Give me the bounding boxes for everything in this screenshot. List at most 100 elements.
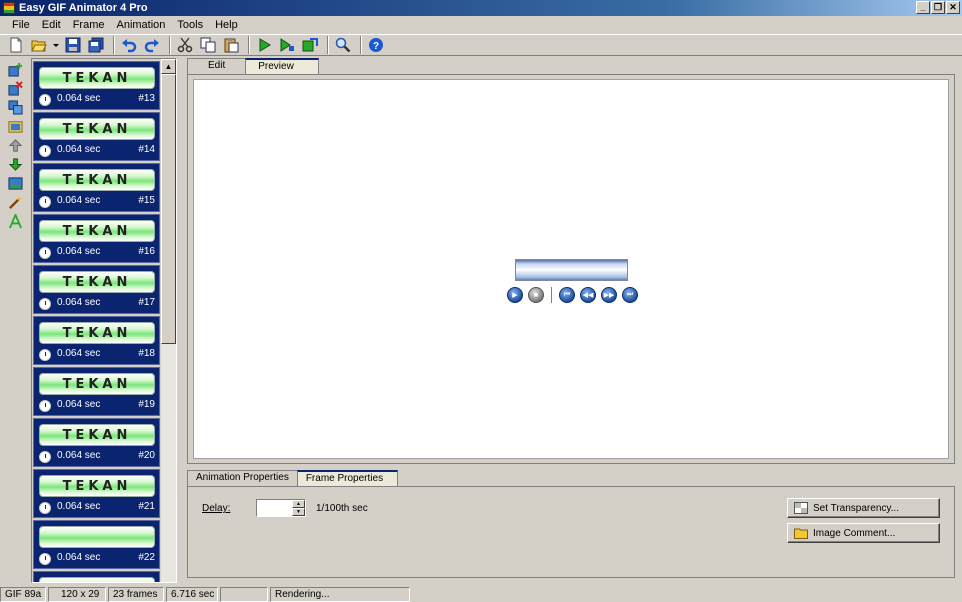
next-frame-icon[interactable]: ▶▶ xyxy=(601,287,617,303)
frame-item[interactable]: 0.064 sec #22 xyxy=(33,520,160,569)
frame-properties-icon[interactable] xyxy=(4,117,26,136)
frame-number: #22 xyxy=(138,552,155,563)
move-up-icon[interactable] xyxy=(4,136,26,155)
frame-number: #13 xyxy=(138,93,155,104)
frame-number: #19 xyxy=(138,399,155,410)
duplicate-frame-icon[interactable] xyxy=(4,98,26,117)
preview-canvas: ▶ ■ ⏮ ◀◀ ▶▶ ⏭ xyxy=(193,79,949,459)
insert-frame-icon[interactable] xyxy=(4,60,26,79)
clock-icon xyxy=(39,94,51,106)
spin-down-button[interactable]: ▼ xyxy=(292,508,305,516)
frame-properties-panel: Delay: ▲ ▼ 1/100th sec Set Transparency.… xyxy=(187,486,955,578)
frame-item[interactable]: TEKAN 0.064 sec #16 xyxy=(33,214,160,263)
frame-delay: 0.064 sec xyxy=(57,297,101,308)
frame-number: #17 xyxy=(138,297,155,308)
menu-animation[interactable]: Animation xyxy=(110,19,171,31)
cut-icon[interactable] xyxy=(175,35,195,55)
folder-icon xyxy=(794,528,808,539)
paste-icon[interactable] xyxy=(221,35,241,55)
text-icon[interactable] xyxy=(4,212,26,231)
editor-tabs: Edit Preview xyxy=(187,58,319,75)
frame-thumbnail: TEKAN xyxy=(39,220,155,242)
menu-tools[interactable]: Tools xyxy=(171,19,209,31)
menu-file[interactable]: File xyxy=(6,19,36,31)
minimize-button[interactable]: _ xyxy=(916,1,930,14)
clock-icon xyxy=(39,451,51,463)
title-bar: Easy GIF Animator 4 Pro _ ❐ ✕ xyxy=(0,0,962,16)
frame-thumbnail xyxy=(39,526,155,548)
undo-icon[interactable] xyxy=(119,35,139,55)
tab-animation-properties[interactable]: Animation Properties xyxy=(187,470,298,486)
frame-item[interactable]: TEKAN 0.064 sec #17 xyxy=(33,265,160,314)
insert-image-icon[interactable] xyxy=(4,174,26,193)
frames-list[interactable]: TEKAN 0.064 sec #13 TEKAN 0.064 sec #14 TEKAN 0… xyxy=(31,58,177,583)
status-bar: GIF 89a 120 x 29 23 frames 6.716 sec Ren… xyxy=(0,587,962,602)
new-icon[interactable] xyxy=(6,35,26,55)
help-icon[interactable]: ? xyxy=(366,35,386,55)
animation-preview xyxy=(515,259,628,281)
play-icon[interactable] xyxy=(254,35,274,55)
menu-help[interactable]: Help xyxy=(209,19,244,31)
frame-item[interactable]: TEKAN 0.064 sec #19 xyxy=(33,367,160,416)
delete-frame-icon[interactable] xyxy=(4,79,26,98)
menu-frame[interactable]: Frame xyxy=(67,19,111,31)
frame-delay: 0.064 sec xyxy=(57,348,101,359)
magic-wand-icon[interactable] xyxy=(4,193,26,212)
frame-item[interactable]: TEKAN 0.064 sec #21 xyxy=(33,469,160,518)
delay-field[interactable]: ▲ ▼ xyxy=(256,499,306,517)
clock-icon xyxy=(39,145,51,157)
delay-spinner[interactable]: ▲ ▼ xyxy=(292,500,305,516)
restore-button[interactable]: ❐ xyxy=(931,1,945,14)
previous-frame-icon[interactable]: ◀◀ xyxy=(580,287,596,303)
frame-thumbnail: TEKAN xyxy=(39,271,155,293)
frame-item[interactable]: TEKAN 0.064 sec #15 xyxy=(33,163,160,212)
image-comment-button[interactable]: Image Comment... xyxy=(787,523,940,543)
frame-item[interactable]: TEKAN 0.064 sec #14 xyxy=(33,112,160,161)
dropdown-icon[interactable] xyxy=(52,35,60,55)
last-frame-icon[interactable]: ⏭ xyxy=(622,287,638,303)
frame-number: #20 xyxy=(138,450,155,461)
status-blank xyxy=(220,587,268,602)
close-button[interactable]: ✕ xyxy=(946,1,960,14)
frames-scrollbar[interactable]: ▲ xyxy=(161,59,176,582)
set-transparency-button[interactable]: Set Transparency... xyxy=(787,498,940,518)
delay-label: Delay: xyxy=(202,503,231,514)
stop-icon[interactable]: ■ xyxy=(528,287,544,303)
save-icon[interactable] xyxy=(63,35,83,55)
tab-preview[interactable]: Preview xyxy=(245,58,319,75)
first-frame-icon[interactable]: ⏮ xyxy=(559,287,575,303)
frame-thumbnail: TEKAN xyxy=(39,322,155,344)
move-down-icon[interactable] xyxy=(4,155,26,174)
frame-item[interactable]: TEKAN 0.064 sec #18 xyxy=(33,316,160,365)
frame-number: #18 xyxy=(138,348,155,359)
preview-in-browser-icon[interactable] xyxy=(277,35,297,55)
copy-icon[interactable] xyxy=(198,35,218,55)
export-icon[interactable] xyxy=(300,35,320,55)
preview-panel: ▶ ■ ⏮ ◀◀ ▶▶ ⏭ xyxy=(187,74,955,464)
frame-item[interactable]: TEKAN 0.064 sec #13 xyxy=(33,61,160,110)
clock-icon xyxy=(39,502,51,514)
save-all-icon[interactable] xyxy=(86,35,106,55)
status-duration: 6.716 sec xyxy=(166,587,218,602)
scroll-up-arrow[interactable]: ▲ xyxy=(161,59,176,74)
scroll-thumb[interactable] xyxy=(161,74,176,344)
redo-icon[interactable] xyxy=(142,35,162,55)
open-icon[interactable] xyxy=(29,35,49,55)
frame-partial[interactable] xyxy=(33,571,160,582)
set-transparency-label: Set Transparency... xyxy=(813,502,899,514)
frame-delay: 0.064 sec xyxy=(57,501,101,512)
tab-frame-properties[interactable]: Frame Properties xyxy=(296,470,399,487)
frame-thumbnail: TEKAN xyxy=(39,475,155,497)
zoom-icon[interactable] xyxy=(333,35,353,55)
play-icon[interactable]: ▶ xyxy=(507,287,523,303)
menu-edit[interactable]: Edit xyxy=(36,19,67,31)
frame-number: #16 xyxy=(138,246,155,257)
clock-icon xyxy=(39,400,51,412)
spin-up-button[interactable]: ▲ xyxy=(292,500,305,508)
frame-delay: 0.064 sec xyxy=(57,552,101,563)
transparency-icon xyxy=(794,502,808,514)
frame-item[interactable]: TEKAN 0.064 sec #20 xyxy=(33,418,160,467)
clock-icon xyxy=(39,196,51,208)
tab-edit[interactable]: Edit xyxy=(187,58,247,74)
clock-icon xyxy=(39,298,51,310)
